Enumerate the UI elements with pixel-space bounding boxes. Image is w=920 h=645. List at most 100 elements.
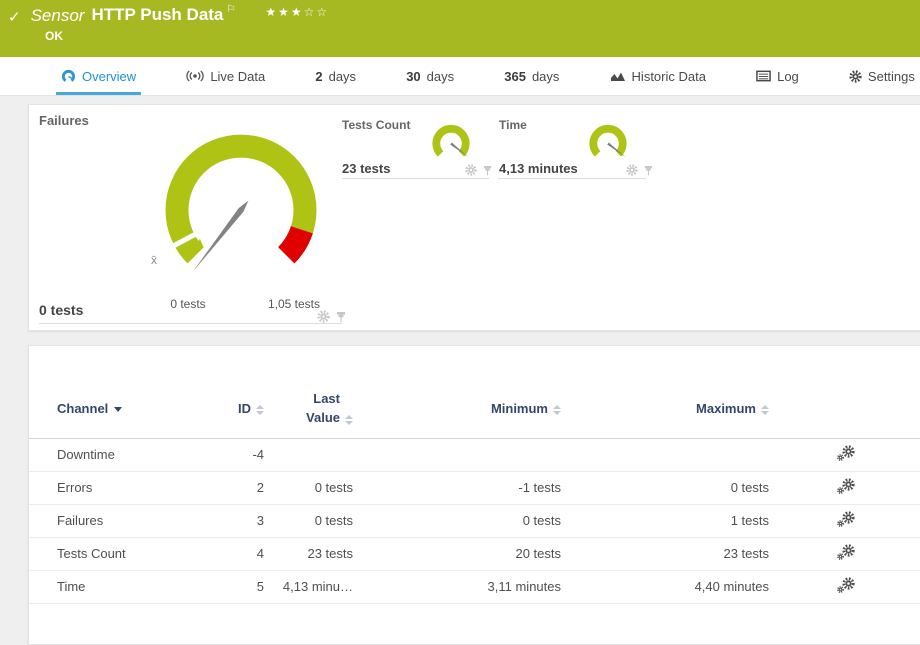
mini-gauge-title-tests-count: Tests Count [342,118,410,132]
gauge-scale-max: 1,05 tests [264,297,324,311]
header-label: ID [238,401,251,416]
tab-label: Live Data [210,69,265,84]
minimum-cell: 0 tests [353,504,561,537]
tab-historic-data[interactable]: Historic Data [605,57,711,95]
channel-table-body: Downtime -4 Errors 2 0 tests -1 tests 0 … [29,438,920,603]
channel-actions-cell [769,438,920,471]
last-value-cell: 23 tests [264,537,353,570]
tab-number: 365 [504,69,526,84]
channel-settings-gears-icon[interactable] [837,577,855,593]
channel-id-cell: 5 [204,570,264,603]
sort-desc-icon [114,407,122,412]
minimum-cell: 3,11 minutes [353,570,561,603]
tab-label: Historic Data [632,69,706,84]
sort-icon [256,405,264,415]
table-row: Errors 2 0 tests -1 tests 0 tests [29,471,920,504]
tab-30-days[interactable]: 30 days [401,57,459,95]
average-marker: x̄ [151,253,157,267]
table-row: Downtime -4 [29,438,920,471]
tab-label: Settings [868,69,915,84]
channel-settings-gears-icon[interactable] [837,511,855,527]
last-value-cell: 0 tests [264,471,353,504]
area-chart-icon [610,70,626,82]
last-value-cell: 4,13 minu… [264,570,353,603]
divider [498,178,646,179]
header-minimum[interactable]: Minimum [353,378,561,438]
channel-actions-cell [769,471,920,504]
tab-bar: Overview Live Data 2 days 30 days 365 da… [0,57,920,96]
pin-icon[interactable] [483,165,492,176]
status-badge: OK [45,29,63,43]
tab-2-days[interactable]: 2 days [310,57,361,95]
header-last-value[interactable]: Last Value [264,378,353,438]
channel-id-cell: 4 [204,537,264,570]
sort-icon [345,415,353,425]
pin-icon[interactable] [644,165,653,176]
tab-label: days [427,69,454,84]
mini-gauge-value-time: 4,13 minutes [499,161,578,176]
channel-name-cell: Errors [29,471,204,504]
object-kind-label: Sensor [31,6,85,26]
broadcast-icon [186,70,204,82]
tab-overview[interactable]: Overview [56,57,141,95]
favorite-flag-icon[interactable]: ⚐ [226,4,235,15]
header-maximum[interactable]: Maximum [561,378,769,438]
time-gauge[interactable] [582,121,634,166]
channel-table-panel: Channel ID Last Value Minimum Maximum Do… [28,345,920,645]
tab-log[interactable]: Log [751,57,804,95]
channel-settings-gears-icon[interactable] [837,478,855,494]
minimum-cell [353,438,561,471]
table-header-row: Channel ID Last Value Minimum Maximum [29,378,920,438]
gauge-settings-gear-icon[interactable] [317,310,330,323]
maximum-cell: 0 tests [561,471,769,504]
overview-gauges-panel: Failures x̄ 0 tests 1,05 tests 0 tests T… [28,104,920,331]
primary-gauge-title: Failures [39,113,89,128]
maximum-cell: 4,40 minutes [561,570,769,603]
channel-name-cell: Downtime [29,438,204,471]
header-id[interactable]: ID [204,378,264,438]
gauge-settings-gear-icon[interactable] [626,164,638,176]
star-filled-icon[interactable]: ★ [291,5,304,19]
sort-icon [553,405,561,415]
gauge-icon [61,69,76,83]
channel-actions-cell [769,504,920,537]
tab-label: Overview [82,69,136,84]
channel-id-cell: 2 [204,471,264,504]
channel-table: Channel ID Last Value Minimum Maximum Do… [29,378,920,604]
table-row: Failures 3 0 tests 0 tests 1 tests [29,504,920,537]
channel-id-cell: 3 [204,504,264,537]
primary-gauge-current-value: 0 tests [39,302,83,318]
table-row: Time 5 4,13 minu… 3,11 minutes 4,40 minu… [29,570,920,603]
channel-settings-gears-icon[interactable] [837,445,855,461]
tab-live-data[interactable]: Live Data [181,57,270,95]
tests-count-gauge[interactable] [425,121,477,166]
sort-icon [761,405,769,415]
star-filled-icon[interactable]: ★ [265,5,278,19]
star-empty-icon[interactable]: ☆ [316,5,329,19]
channel-actions-cell [769,570,920,603]
star-filled-icon[interactable]: ★ [278,5,291,19]
tab-settings[interactable]: Settings [844,57,920,95]
gear-icon [849,70,862,83]
channel-name-cell: Time [29,570,204,603]
last-value-cell: 0 tests [264,504,353,537]
header-label: Minimum [491,401,548,416]
tab-365-days[interactable]: 365 days [499,57,564,95]
header-actions [769,378,920,438]
divider [39,323,342,324]
gauge-settings-gear-icon[interactable] [465,164,477,176]
maximum-cell [561,438,769,471]
channel-settings-gears-icon[interactable] [837,544,855,560]
header-label: Maximum [696,401,756,416]
channel-name-cell: Tests Count [29,537,204,570]
priority-stars[interactable]: ★★★☆☆ [265,5,329,19]
star-empty-icon[interactable]: ☆ [304,5,317,19]
last-value-cell [264,438,353,471]
gauge-scale-min: 0 tests [158,297,218,311]
failures-gauge[interactable] [141,115,341,305]
divider [342,178,489,179]
header-channel[interactable]: Channel [29,378,204,438]
table-row: Tests Count 4 23 tests 20 tests 23 tests [29,537,920,570]
pin-icon[interactable] [336,311,346,323]
mini-gauge-value-tests-count: 23 tests [342,161,390,176]
